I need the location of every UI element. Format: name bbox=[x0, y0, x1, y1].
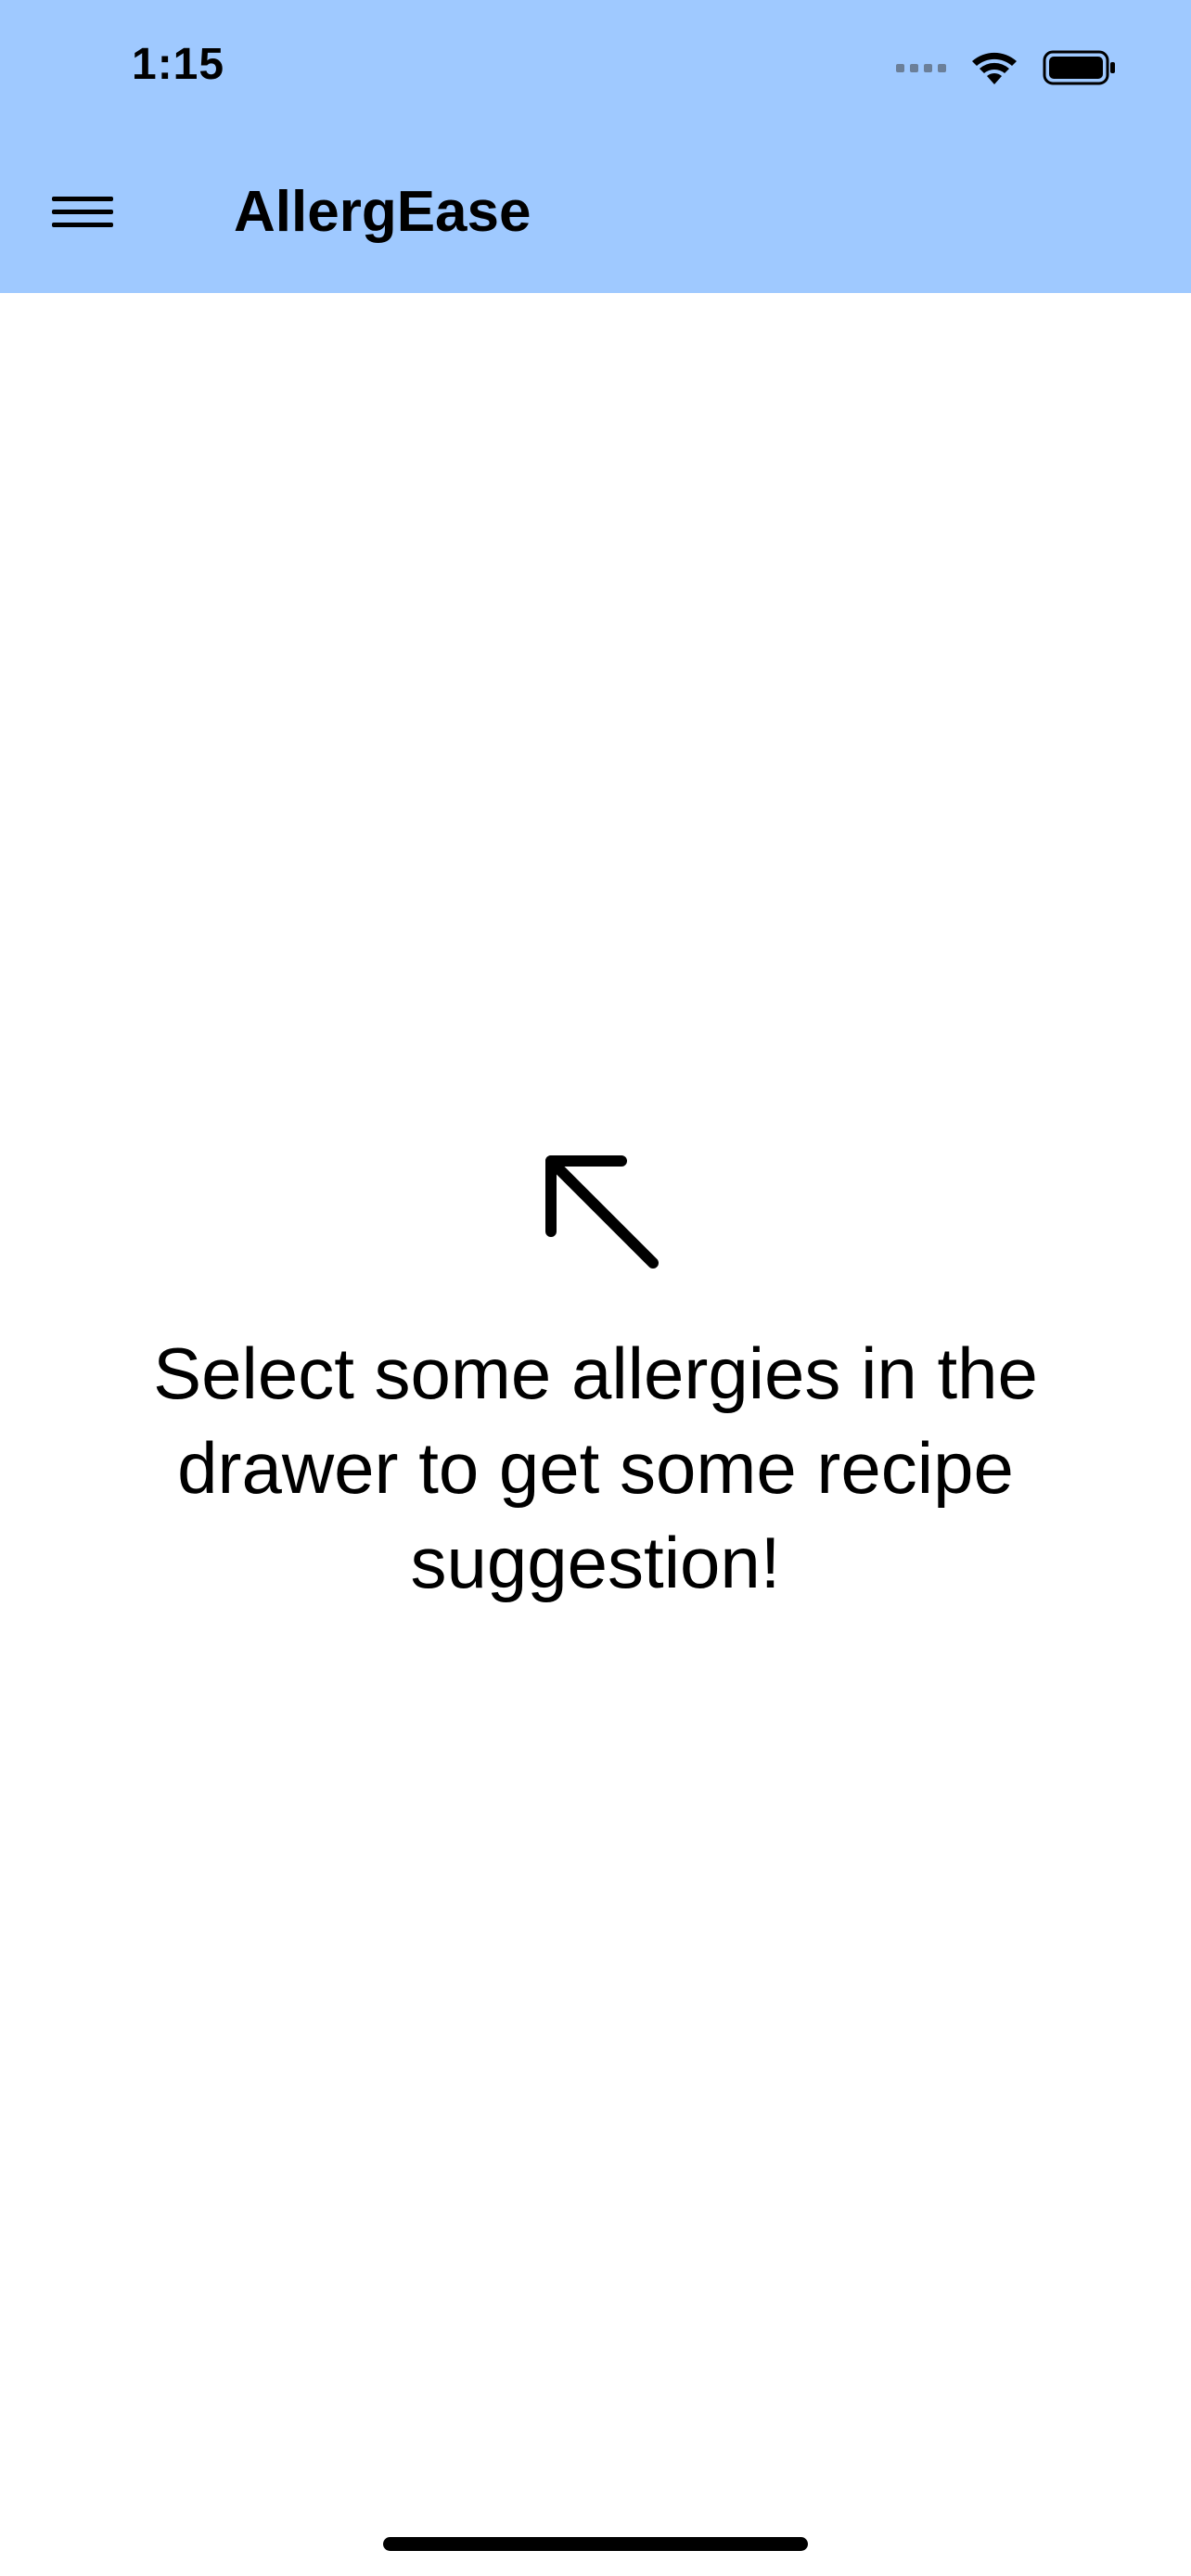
app-title: AllergEase bbox=[234, 180, 531, 244]
battery-icon bbox=[1043, 50, 1115, 85]
arrow-up-left-icon bbox=[545, 1155, 659, 1269]
hamburger-menu-icon[interactable] bbox=[52, 189, 113, 236]
status-bar-icons bbox=[896, 45, 1117, 91]
status-bar-time: 1:15 bbox=[132, 40, 225, 89]
empty-state: Select some allergies in the drawer to g… bbox=[0, 1141, 1191, 1610]
wifi-icon bbox=[972, 52, 1017, 84]
cellular-signal-icon bbox=[896, 63, 946, 72]
empty-state-message: Select some allergies in the drawer to g… bbox=[153, 1333, 1038, 1603]
home-indicator[interactable] bbox=[383, 2537, 808, 2551]
app-header: 1:15 AllergEase bbox=[0, 0, 1191, 293]
app-screen: 1:15 AllergEase Select some allergies in… bbox=[0, 0, 1191, 2576]
